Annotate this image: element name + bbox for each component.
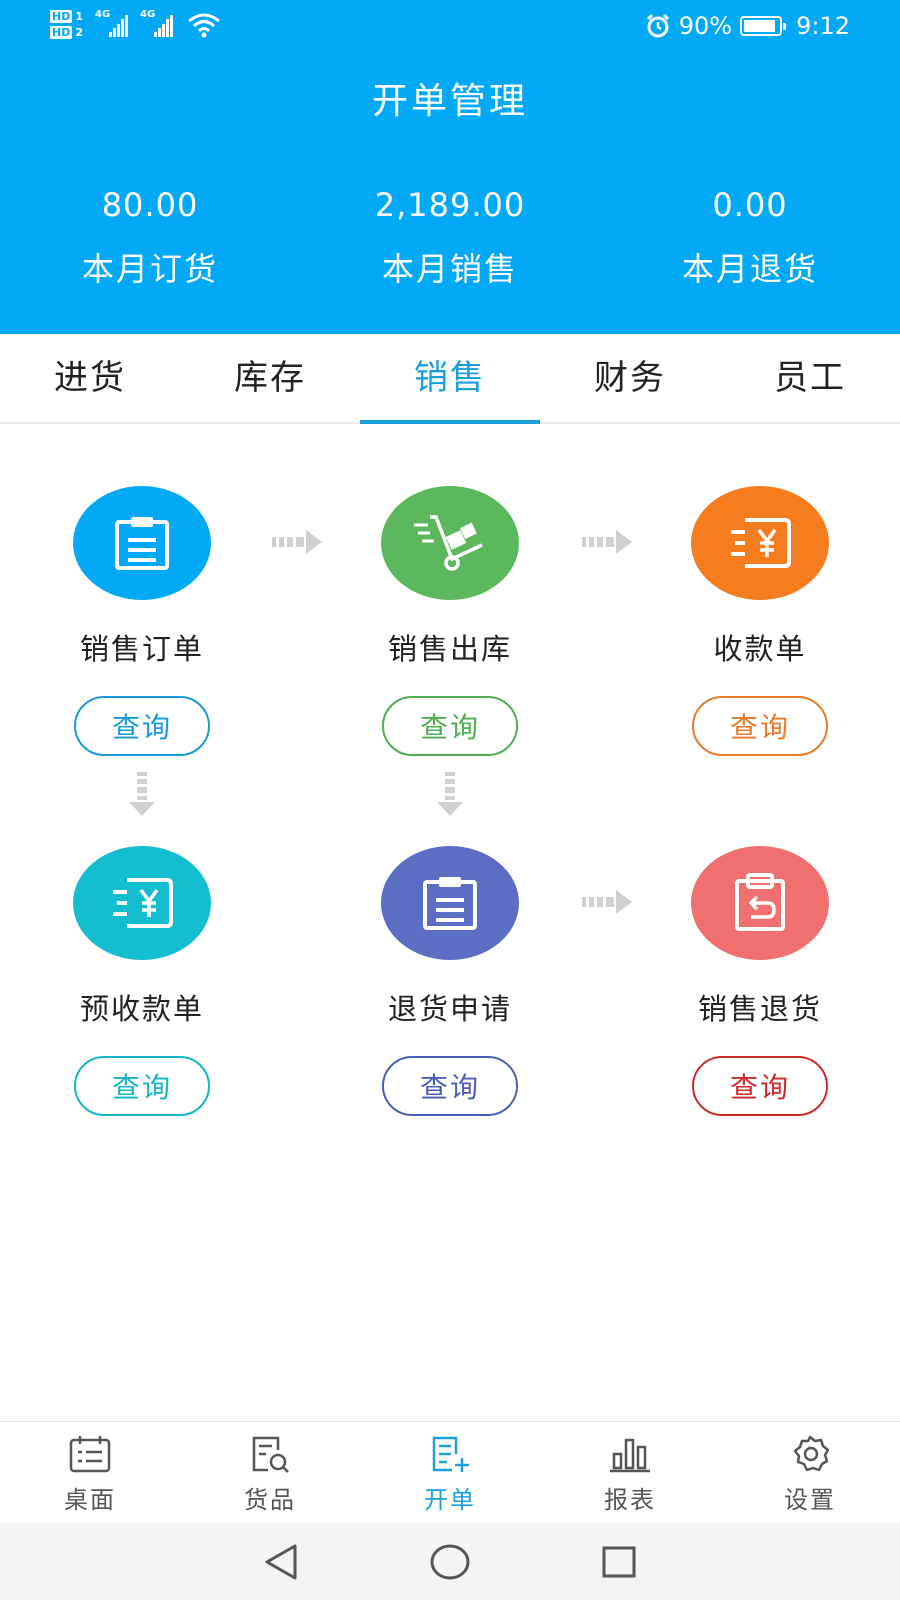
flow-arrow-right-icon: [582, 890, 632, 914]
status-left: HD 1 HD 2 4G 4G: [50, 9, 221, 39]
node-label: 预收款单: [79, 992, 204, 1026]
tab-purchase[interactable]: 进货: [0, 334, 180, 422]
clock-time: 9:12: [796, 12, 850, 40]
return-request-query-button[interactable]: 查询: [382, 1056, 518, 1116]
return-clipboard-icon: [735, 873, 785, 931]
status-bar: HD 1 HD 2 4G 4G 90% 9:12: [0, 0, 900, 56]
monthly-stats: 80.00 本月订货 2,189.00 本月销售 0.00 本月退货: [0, 186, 900, 290]
battery-percent: 90%: [678, 12, 733, 40]
signal-2-icon: 4G: [140, 9, 173, 37]
category-tabs: 进货 库存 销售 财务 员工: [0, 334, 900, 424]
page-title: 开单管理: [371, 81, 528, 122]
stat-value: 0.00: [712, 186, 788, 224]
stat-label: 本月订货: [81, 250, 218, 288]
nav-label: 设置: [784, 1486, 836, 1514]
stat-monthly-returns: 0.00 本月退货: [600, 186, 900, 290]
sim2-label: 2: [75, 26, 83, 39]
node-sales-order: 销售订单 查询: [32, 486, 252, 756]
nav-products[interactable]: 货品: [180, 1422, 360, 1523]
recents-square-icon[interactable]: [599, 1542, 639, 1582]
net2-label: 4G: [140, 8, 156, 20]
nav-new-order[interactable]: 开单: [360, 1422, 540, 1523]
nav-label: 开单: [424, 1486, 476, 1514]
stat-label: 本月销售: [381, 250, 518, 288]
tab-finance[interactable]: 财务: [540, 334, 720, 422]
yuan-receipt-icon: [113, 878, 173, 928]
tab-staff[interactable]: 员工: [720, 334, 900, 422]
nav-label: 桌面: [64, 1486, 116, 1514]
return-request-button[interactable]: [381, 846, 519, 960]
node-advance-receipt: 预收款单 查询: [32, 846, 252, 1116]
advance-receipt-query-button[interactable]: 查询: [74, 1056, 210, 1116]
status-right: 90% 9:12: [645, 12, 850, 40]
new-order-icon: [432, 1436, 469, 1472]
hd1-label: HD: [50, 10, 73, 23]
nav-settings[interactable]: 设置: [720, 1422, 900, 1523]
alarm-clock-icon: [646, 13, 669, 38]
product-search-icon: [252, 1436, 289, 1473]
node-sales-outbound: 销售出库 查询: [340, 486, 560, 756]
bottom-nav: 桌面 货品 开单 报表 设置: [0, 1421, 900, 1523]
flow-arrow-right-icon: [582, 530, 632, 554]
sim1-badge: HD 1: [50, 10, 83, 23]
calendar-icon: [69, 1436, 111, 1473]
hand-truck-icon: [414, 515, 483, 571]
sales-outbound-query-button[interactable]: 查询: [382, 696, 518, 756]
header: HD 1 HD 2 4G 4G 90% 9:12 开单管理 80.00 本月订货…: [0, 0, 900, 334]
sim2-badge: HD 2: [50, 26, 83, 39]
gear-icon: [793, 1435, 830, 1472]
advance-receipt-button[interactable]: [73, 846, 211, 960]
nav-label: 报表: [604, 1486, 656, 1514]
tab-inventory[interactable]: 库存: [180, 334, 360, 422]
sales-outbound-button[interactable]: [381, 486, 519, 600]
sales-order-button[interactable]: [73, 486, 211, 600]
hd2-label: HD: [50, 26, 73, 39]
clipboard-icon: [423, 877, 477, 930]
sales-order-query-button[interactable]: 查询: [74, 696, 210, 756]
flow-arrow-right-icon: [272, 530, 322, 554]
back-triangle-icon[interactable]: [261, 1542, 301, 1582]
clipboard-icon: [115, 517, 169, 570]
flow-arrow-down-icon: [129, 772, 155, 816]
stat-monthly-orders: 80.00 本月订货: [0, 186, 300, 290]
stat-value: 2,189.00: [374, 186, 526, 224]
stat-value: 80.00: [101, 186, 199, 224]
node-receipt: 收款单 查询: [650, 486, 870, 756]
tab-sales[interactable]: 销售: [360, 334, 540, 424]
yuan-receipt-icon: [731, 518, 791, 568]
node-return-request: 退货申请 查询: [340, 846, 560, 1116]
node-label: 销售退货: [697, 992, 822, 1026]
system-nav-bar: [0, 1523, 900, 1600]
node-sales-return: 销售退货 查询: [650, 846, 870, 1116]
home-circle-icon[interactable]: [429, 1541, 471, 1583]
node-label: 销售订单: [79, 632, 204, 666]
sales-return-query-button[interactable]: 查询: [692, 1056, 828, 1116]
wifi-icon: [188, 13, 220, 37]
node-label: 收款单: [713, 632, 807, 666]
node-label: 销售出库: [387, 632, 512, 666]
bar-chart-icon: [610, 1438, 650, 1473]
sim1-label: 1: [75, 10, 83, 23]
nav-label: 货品: [244, 1486, 296, 1514]
battery-icon: [740, 16, 787, 36]
nav-reports[interactable]: 报表: [540, 1422, 720, 1523]
receipt-query-button[interactable]: 查询: [692, 696, 828, 756]
stat-label: 本月退货: [681, 250, 818, 288]
stat-monthly-sales: 2,189.00 本月销售: [300, 186, 600, 290]
node-label: 退货申请: [387, 992, 512, 1026]
sales-return-button[interactable]: [691, 846, 829, 960]
signal-1-icon: 4G: [95, 9, 128, 37]
net1-label: 4G: [95, 8, 111, 20]
receipt-button[interactable]: [691, 486, 829, 600]
sim-indicators: HD 1 HD 2: [50, 10, 83, 39]
flow-arrow-down-icon: [437, 772, 463, 816]
nav-desktop[interactable]: 桌面: [0, 1422, 180, 1523]
